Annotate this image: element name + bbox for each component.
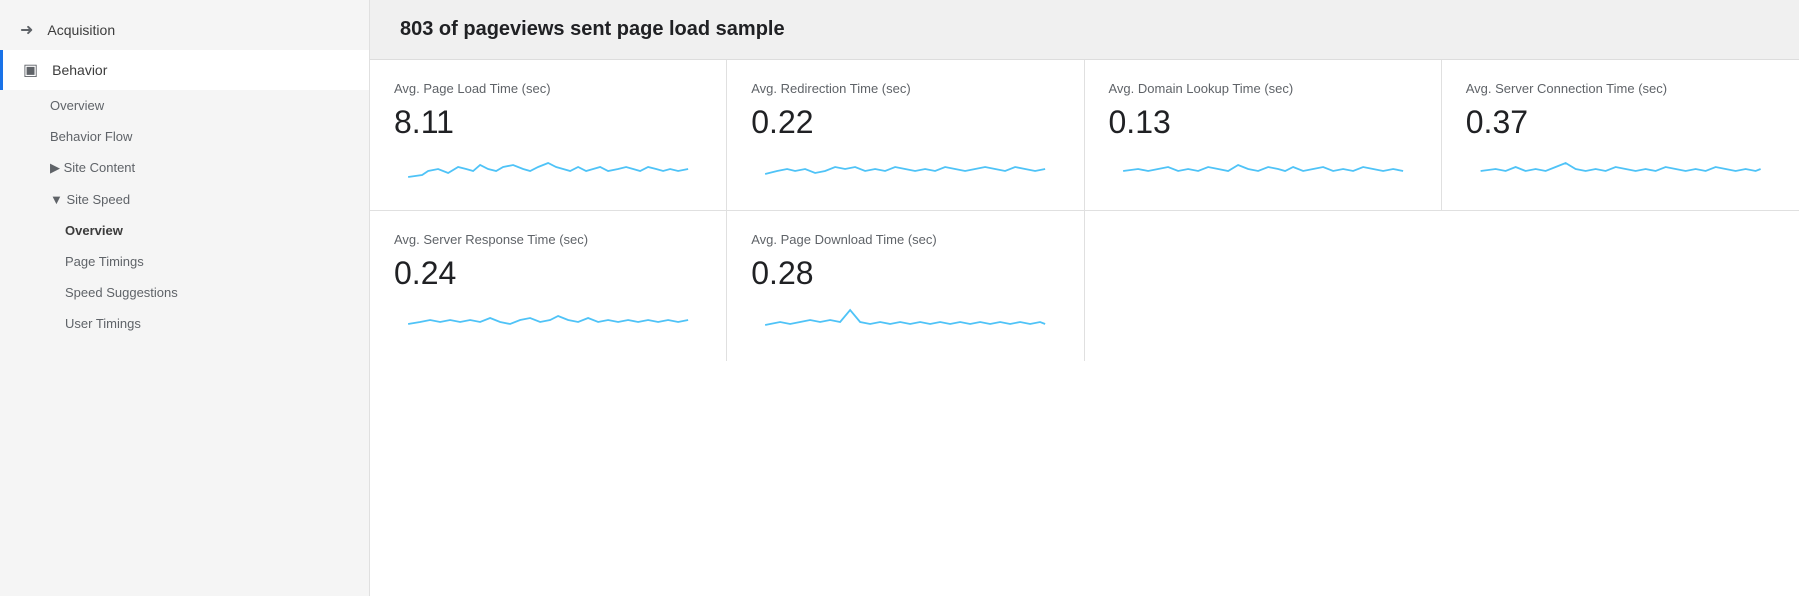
sidebar-item-acquisition[interactable]: ➜ Acquisition — [0, 10, 369, 50]
chevron-down-icon: ▼ — [50, 192, 66, 207]
metric-card-3: Avg. Server Connection Time (sec) 0.37 — [1442, 60, 1799, 211]
sidebar-acquisition-label: Acquisition — [47, 22, 115, 38]
metric-label-1: Avg. Redirection Time (sec) — [751, 80, 1059, 98]
sidebar-item-behavior[interactable]: ▣ Behavior — [0, 50, 369, 90]
sparkline-3 — [1466, 149, 1775, 189]
metrics-grid-row1: Avg. Page Load Time (sec) 8.11 Avg. Redi… — [370, 60, 1799, 211]
sparkline-0 — [394, 149, 702, 189]
metrics-grid-row2: Avg. Server Response Time (sec) 0.24 Avg… — [370, 211, 1799, 361]
main-content: 803 of pageviews sent page load sample A… — [370, 0, 1799, 596]
sparkline-5 — [751, 300, 1059, 340]
sidebar-item-speed-suggestions[interactable]: Speed Suggestions — [0, 277, 369, 308]
sidebar: ➜ Acquisition ▣ Behavior Overview Behavi… — [0, 0, 370, 596]
metric-card-2: Avg. Domain Lookup Time (sec) 0.13 — [1085, 60, 1442, 211]
sidebar-item-page-timings[interactable]: Page Timings — [0, 246, 369, 277]
behavior-flow-label: Behavior Flow — [50, 129, 132, 144]
page-title: 803 of pageviews sent page load sample — [400, 18, 1769, 41]
metric-value-3: 0.37 — [1466, 104, 1775, 141]
acquisition-icon: ➜ — [20, 20, 33, 40]
site-content-label: Site Content — [64, 160, 136, 175]
behavior-icon: ▣ — [23, 60, 38, 80]
metric-card-4: Avg. Server Response Time (sec) 0.24 — [370, 211, 727, 361]
sidebar-item-overview[interactable]: Overview — [0, 90, 369, 121]
overview-label: Overview — [50, 98, 104, 113]
chevron-right-icon: ▶ — [50, 160, 64, 175]
site-speed-overview-label: Overview — [65, 223, 123, 238]
metric-value-4: 0.24 — [394, 255, 702, 292]
page-header: 803 of pageviews sent page load sample — [370, 0, 1799, 60]
metric-label-3: Avg. Server Connection Time (sec) — [1466, 80, 1775, 98]
sidebar-item-user-timings[interactable]: User Timings — [0, 308, 369, 339]
metric-card-5: Avg. Page Download Time (sec) 0.28 — [727, 211, 1084, 361]
sidebar-item-site-content[interactable]: ▶ Site Content — [0, 152, 369, 184]
sidebar-item-site-speed[interactable]: ▼ Site Speed — [0, 184, 369, 215]
sparkline-4 — [394, 300, 702, 340]
sidebar-item-site-speed-overview[interactable]: Overview — [0, 215, 369, 246]
metric-label-0: Avg. Page Load Time (sec) — [394, 80, 702, 98]
page-timings-label: Page Timings — [65, 254, 144, 269]
metric-label-4: Avg. Server Response Time (sec) — [394, 231, 702, 249]
site-speed-label: Site Speed — [66, 192, 130, 207]
metric-value-2: 0.13 — [1109, 104, 1417, 141]
sparkline-2 — [1109, 149, 1417, 189]
metric-label-2: Avg. Domain Lookup Time (sec) — [1109, 80, 1417, 98]
sparkline-1 — [751, 149, 1059, 189]
metric-card-1: Avg. Redirection Time (sec) 0.22 — [727, 60, 1084, 211]
metric-card-0: Avg. Page Load Time (sec) 8.11 — [370, 60, 727, 211]
sidebar-behavior-label: Behavior — [52, 62, 107, 78]
speed-suggestions-label: Speed Suggestions — [65, 285, 178, 300]
metric-label-5: Avg. Page Download Time (sec) — [751, 231, 1059, 249]
user-timings-label: User Timings — [65, 316, 141, 331]
metric-value-1: 0.22 — [751, 104, 1059, 141]
metric-value-5: 0.28 — [751, 255, 1059, 292]
metric-value-0: 8.11 — [394, 104, 702, 141]
sidebar-item-behavior-flow[interactable]: Behavior Flow — [0, 121, 369, 152]
